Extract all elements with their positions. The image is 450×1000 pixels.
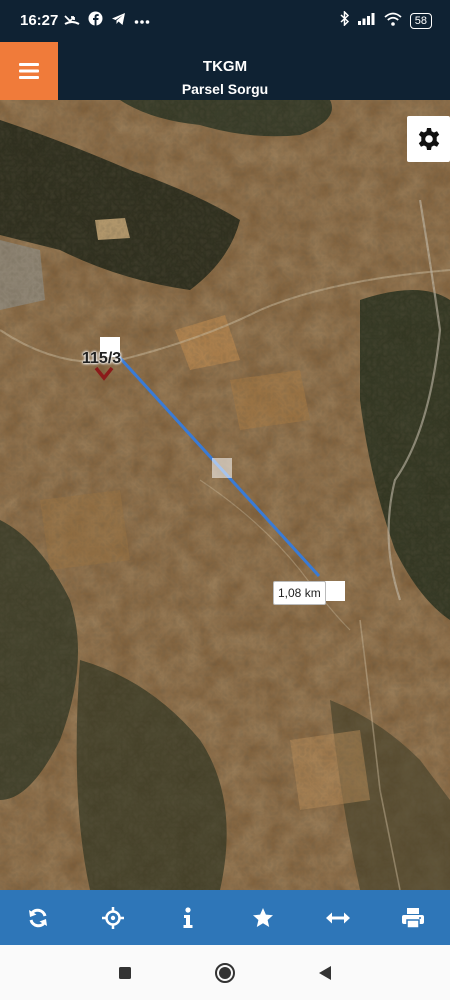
satellite-map[interactable]: 115/3 1,08 km <box>0 100 450 890</box>
map-settings-button[interactable] <box>407 116 450 162</box>
arrows-horizontal-icon <box>325 912 350 923</box>
battery-indicator: 58 <box>409 13 432 29</box>
map-imagery <box>0 100 450 890</box>
bluetooth-icon <box>340 10 350 31</box>
favorites-button[interactable] <box>243 898 283 938</box>
refresh-button[interactable] <box>18 898 58 938</box>
star-icon <box>252 907 273 927</box>
telegram-icon <box>111 12 126 31</box>
refresh-icon <box>28 908 47 927</box>
app-header: TKGM Parsel Sorgu <box>0 42 450 100</box>
parcel-number-label: 115/3 <box>82 350 122 367</box>
locate-button[interactable] <box>93 898 133 938</box>
measure-button[interactable] <box>318 898 358 938</box>
missed-call-icon <box>64 12 80 31</box>
info-button[interactable] <box>168 898 208 938</box>
distance-label: 1,08 km <box>273 581 326 605</box>
status-time: 16:27 <box>20 12 59 29</box>
facebook-icon <box>88 11 103 31</box>
system-nav-bar <box>0 945 450 1000</box>
home-icon <box>215 962 235 983</box>
measure-end-handle[interactable] <box>325 581 345 601</box>
crosshair-icon <box>101 906 124 929</box>
more-dots-icon <box>134 12 150 30</box>
info-icon <box>183 906 192 928</box>
gear-icon <box>418 128 439 150</box>
wifi-icon <box>384 12 402 31</box>
app-title: TKGM <box>202 58 248 75</box>
print-button[interactable] <box>393 898 433 938</box>
signal-icon <box>357 12 376 30</box>
status-bar: 16:27 58 <box>0 0 450 42</box>
recents-button[interactable] <box>110 958 140 988</box>
map-toolbar <box>0 890 450 945</box>
recents-icon <box>119 966 131 979</box>
home-button[interactable] <box>210 958 240 988</box>
measure-mid-handle[interactable] <box>212 458 232 478</box>
print-icon <box>401 907 424 928</box>
app-subtitle: Parsel Sorgu <box>181 81 269 97</box>
back-icon <box>319 965 331 980</box>
back-button[interactable] <box>310 958 340 988</box>
